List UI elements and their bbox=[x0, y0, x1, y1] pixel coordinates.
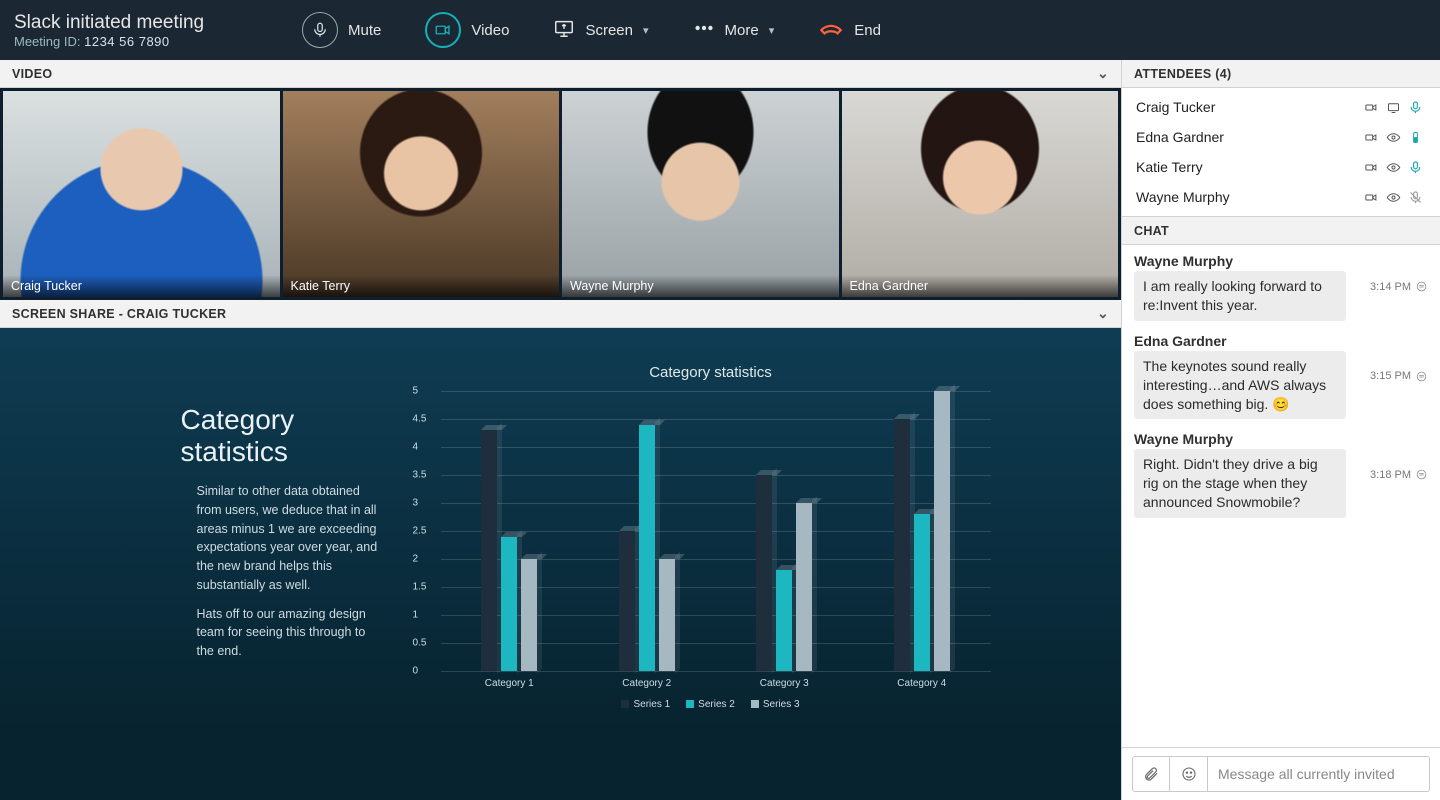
chat-message: Edna Gardner The keynotes sound really in… bbox=[1134, 333, 1428, 420]
attach-button[interactable] bbox=[1132, 756, 1170, 792]
screen-label: Screen bbox=[585, 22, 633, 39]
screenshare-section-title: SCREEN SHARE - CRAIG TUCKER bbox=[12, 307, 226, 321]
attendees-section-title: ATTENDEES (4) bbox=[1134, 67, 1231, 81]
chat-timestamp: 3:14 PM bbox=[1370, 280, 1428, 293]
chart-legend: Series 1 Series 2 Series 3 bbox=[401, 699, 1021, 710]
camera-icon bbox=[1360, 130, 1382, 145]
eye-icon bbox=[1382, 130, 1404, 145]
hangup-icon bbox=[818, 15, 844, 45]
attendee-name: Wayne Murphy bbox=[1136, 189, 1360, 205]
eye-icon bbox=[1382, 190, 1404, 205]
chat-message: Wayne Murphy Right. Didn't they drive a b… bbox=[1134, 431, 1428, 518]
video-label: Video bbox=[471, 22, 509, 39]
chat-timestamp: 3:18 PM bbox=[1370, 468, 1428, 481]
mute-button[interactable]: Mute bbox=[280, 0, 403, 60]
attendee-name: Katie Terry bbox=[1136, 159, 1360, 175]
more-icon bbox=[693, 17, 715, 43]
eye-icon bbox=[1382, 160, 1404, 175]
meeting-top-bar: Slack initiated meeting Meeting ID: 1234… bbox=[0, 0, 1440, 60]
attendees-list: Craig Tucker Edna Gardner Katie Terry Wayne… bbox=[1122, 88, 1440, 216]
camera-icon bbox=[1360, 190, 1382, 205]
attendee-row[interactable]: Wayne Murphy bbox=[1122, 182, 1440, 212]
audio-level-icon bbox=[1404, 130, 1426, 145]
camera-icon bbox=[1360, 100, 1382, 115]
chevron-down-icon: ▾ bbox=[643, 24, 649, 37]
screenshare-viewport: Category statistics Similar to other dat… bbox=[0, 328, 1121, 800]
legend-item: Series 2 bbox=[686, 699, 735, 710]
video-tile[interactable]: Craig Tucker bbox=[3, 91, 280, 297]
meeting-id-row: Meeting ID: 1234 56 7890 bbox=[14, 34, 280, 49]
end-label: End bbox=[854, 22, 881, 39]
chat-author: Wayne Murphy bbox=[1134, 431, 1362, 447]
chat-timestamp: 3:15 PM bbox=[1370, 370, 1428, 383]
screen-icon bbox=[553, 17, 575, 43]
bar-chart: 00.511.522.533.544.55 bbox=[441, 391, 991, 671]
screenshare-section-header[interactable]: SCREEN SHARE - CRAIG TUCKER ⌄ bbox=[0, 300, 1121, 328]
meeting-info: Slack initiated meeting Meeting ID: 1234… bbox=[0, 12, 280, 49]
paperclip-icon bbox=[1143, 766, 1159, 782]
chat-panel: CHAT Wayne Murphy I am really looking for… bbox=[1122, 216, 1440, 800]
chat-message: Wayne Murphy I am really looking forward … bbox=[1134, 253, 1428, 321]
attendee-row[interactable]: Katie Terry bbox=[1122, 152, 1440, 182]
chat-author: Edna Gardner bbox=[1134, 333, 1362, 349]
chat-message-list: Wayne Murphy I am really looking forward … bbox=[1122, 245, 1440, 747]
attendees-section-header[interactable]: ATTENDEES (4) bbox=[1122, 60, 1440, 88]
microphone-icon bbox=[1404, 100, 1426, 115]
chevron-down-icon: ⌄ bbox=[1097, 65, 1109, 82]
smile-icon bbox=[1181, 766, 1197, 782]
screen-share-button[interactable]: Screen ▾ bbox=[531, 0, 670, 60]
slide-heading: Category statistics bbox=[181, 404, 381, 468]
meeting-title: Slack initiated meeting bbox=[14, 12, 280, 34]
video-tile-name: Katie Terry bbox=[283, 275, 560, 297]
microphone-icon bbox=[302, 12, 338, 48]
attendee-name: Craig Tucker bbox=[1136, 99, 1360, 115]
chat-bubble: I am really looking forward to re:Invent… bbox=[1134, 271, 1346, 321]
video-tile[interactable]: Katie Terry bbox=[283, 91, 560, 297]
end-call-button[interactable]: End bbox=[796, 0, 903, 60]
chart-title: Category statistics bbox=[401, 364, 1021, 381]
microphone-icon bbox=[1404, 160, 1426, 175]
video-section-header[interactable]: VIDEO ⌄ bbox=[0, 60, 1121, 88]
meeting-id-value: 1234 56 7890 bbox=[84, 34, 170, 49]
chevron-down-icon: ⌄ bbox=[1097, 305, 1109, 322]
chat-bubble: Right. Didn't they drive a big rig on th… bbox=[1134, 449, 1346, 518]
attendee-name: Edna Gardner bbox=[1136, 129, 1360, 145]
chat-text-input[interactable] bbox=[1208, 756, 1430, 792]
chat-section-title: CHAT bbox=[1134, 224, 1169, 238]
shared-slide: Category statistics Similar to other dat… bbox=[101, 334, 1021, 800]
screen-icon bbox=[1382, 100, 1404, 115]
chat-input-bar bbox=[1122, 747, 1440, 800]
chevron-down-icon: ▾ bbox=[769, 24, 775, 37]
slide-paragraph: Similar to other data obtained from user… bbox=[181, 482, 381, 595]
attendee-row[interactable]: Craig Tucker bbox=[1122, 92, 1440, 122]
more-button[interactable]: More ▾ bbox=[671, 0, 797, 60]
camera-icon bbox=[425, 12, 461, 48]
meeting-controls: Mute Video Screen ▾ More ▾ End bbox=[280, 0, 903, 60]
video-tile-name: Wayne Murphy bbox=[562, 275, 839, 297]
video-tile[interactable]: Wayne Murphy bbox=[562, 91, 839, 297]
video-tile-name: Craig Tucker bbox=[3, 275, 280, 297]
emoji-button[interactable] bbox=[1170, 756, 1208, 792]
video-strip: Craig Tucker Katie Terry Wayne Murphy Ed… bbox=[0, 88, 1121, 300]
video-button[interactable]: Video bbox=[403, 0, 531, 60]
legend-item: Series 3 bbox=[751, 699, 800, 710]
microphone-muted-icon bbox=[1404, 190, 1426, 205]
mute-label: Mute bbox=[348, 22, 381, 39]
video-section-title: VIDEO bbox=[12, 67, 52, 81]
chat-author: Wayne Murphy bbox=[1134, 253, 1362, 269]
video-tile-name: Edna Gardner bbox=[842, 275, 1119, 297]
video-tile[interactable]: Edna Gardner bbox=[842, 91, 1119, 297]
chat-bubble: The keynotes sound really interesting…an… bbox=[1134, 351, 1346, 420]
meeting-id-label: Meeting ID: bbox=[14, 34, 80, 49]
legend-item: Series 1 bbox=[621, 699, 670, 710]
camera-icon bbox=[1360, 160, 1382, 175]
slide-paragraph: Hats off to our amazing design team for … bbox=[181, 605, 381, 661]
attendee-row[interactable]: Edna Gardner bbox=[1122, 122, 1440, 152]
more-label: More bbox=[725, 22, 759, 39]
chat-section-header[interactable]: CHAT bbox=[1122, 217, 1440, 245]
